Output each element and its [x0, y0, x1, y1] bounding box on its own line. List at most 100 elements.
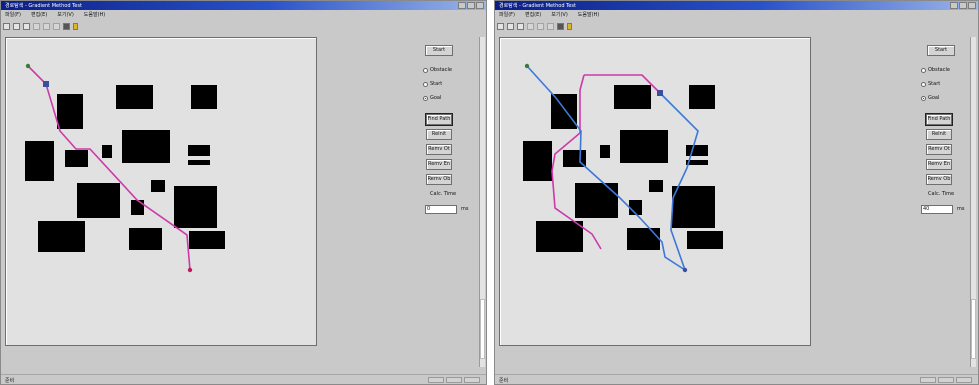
status-bar: 준비 [1, 374, 486, 384]
remove-end-button[interactable]: Remv En [426, 159, 452, 170]
reinit-button[interactable]: ReInit [926, 129, 952, 140]
status-text: 준비 [499, 378, 509, 384]
cut-icon[interactable] [33, 22, 40, 30]
find-path-button[interactable]: Find Path [925, 113, 953, 126]
menu-help[interactable]: 도움말(H) [84, 11, 105, 20]
print-icon[interactable] [63, 22, 70, 30]
copy-icon[interactable] [43, 22, 50, 30]
menu-help[interactable]: 도움말(H) [578, 11, 599, 20]
status-bar: 준비 [495, 374, 978, 384]
menu-file[interactable]: 파일(F) [5, 11, 21, 20]
ms-unit-label: ms [461, 206, 469, 212]
obstacle [102, 145, 112, 158]
maximize-button[interactable] [959, 2, 967, 9]
obstacle [614, 85, 651, 109]
close-button[interactable] [476, 2, 484, 9]
toolbar [3, 21, 78, 31]
close-button[interactable] [968, 2, 976, 9]
menu-view[interactable]: 보기(V) [551, 11, 568, 20]
remove-obstacle-button[interactable]: Remv Ot [426, 144, 452, 155]
print-icon[interactable] [557, 22, 564, 30]
radio-start-label: Start [430, 81, 443, 87]
open-folder-icon[interactable] [13, 22, 20, 30]
help-icon[interactable] [73, 22, 78, 30]
find-path-button[interactable]: Find Path [425, 113, 453, 126]
obstacle [122, 130, 170, 163]
radio-start[interactable]: Start [921, 81, 940, 87]
start-button[interactable]: Start [927, 45, 955, 56]
obstacle [575, 183, 618, 218]
minimize-button[interactable] [950, 2, 958, 9]
obstacle [191, 85, 217, 109]
path-canvas[interactable] [499, 37, 811, 346]
radio-goal[interactable]: Goal [423, 95, 441, 101]
obstacle [25, 141, 54, 181]
app-window-right: 경로탐색 - Gradient Method Test 파일(F) 편집(E) … [494, 0, 979, 385]
paste-icon[interactable] [547, 22, 554, 30]
menu-file[interactable]: 파일(F) [499, 11, 515, 20]
calc-time-field[interactable]: 40 [921, 205, 953, 214]
obstacle [523, 141, 552, 181]
calc-time-field[interactable]: 0 [425, 205, 457, 214]
open-folder-icon[interactable] [507, 22, 514, 30]
radio-obstacle[interactable]: Obstacle [921, 67, 950, 73]
obstacle [188, 145, 210, 156]
menu-view[interactable]: 보기(V) [57, 11, 74, 20]
obstacle [38, 221, 85, 252]
status-pane [428, 377, 444, 383]
vertical-scrollbar[interactable] [970, 37, 976, 367]
menu-bar: 파일(F) 편집(E) 보기(V) 도움말(H) [1, 11, 486, 20]
path-canvas-svg[interactable] [6, 38, 318, 347]
scrollbar-thumb[interactable] [971, 299, 976, 359]
start-marker [524, 63, 530, 69]
start-button[interactable]: Start [425, 45, 453, 56]
radio-dot [921, 81, 926, 87]
new-file-icon[interactable] [3, 22, 10, 30]
window-title: 경로탐색 - Gradient Method Test [5, 3, 82, 9]
copy-icon[interactable] [537, 22, 544, 30]
remove-object-button[interactable]: Remv Ob [926, 174, 952, 185]
obstacle [687, 231, 723, 249]
radio-start[interactable]: Start [423, 81, 442, 87]
save-icon[interactable] [517, 22, 524, 30]
menu-edit[interactable]: 편집(E) [525, 11, 541, 20]
minimize-button[interactable] [458, 2, 466, 9]
radio-obstacle[interactable]: Obstacle [423, 67, 452, 73]
remove-obstacle-button[interactable]: Remv Ot [926, 144, 952, 155]
maximize-button[interactable] [467, 2, 475, 9]
obstacle [129, 228, 162, 250]
remove-end-button[interactable]: Remv En [926, 159, 952, 170]
path-canvas[interactable] [5, 37, 317, 346]
status-pane [938, 377, 954, 383]
calc-time-label: Calc. Time [928, 191, 955, 197]
radio-obstacle-label: Obstacle [928, 67, 950, 73]
obstacle [686, 145, 708, 156]
obstacle [77, 183, 120, 218]
obstacle [131, 200, 144, 215]
status-pane [920, 377, 936, 383]
menu-edit[interactable]: 편집(E) [31, 11, 47, 20]
radio-dot [423, 81, 428, 87]
status-pane [464, 377, 480, 383]
window-title: 경로탐색 - Gradient Method Test [499, 3, 576, 9]
scrollbar-thumb[interactable] [480, 299, 485, 359]
obstacle [551, 94, 577, 129]
obstacle [600, 145, 610, 158]
cut-icon[interactable] [527, 22, 534, 30]
paste-icon[interactable] [53, 22, 60, 30]
remove-object-button[interactable]: Remv Ob [426, 174, 452, 185]
calc-time-label: Calc. Time [430, 191, 457, 197]
new-file-icon[interactable] [497, 22, 504, 30]
radio-goal[interactable]: Goal [921, 95, 939, 101]
robot-marker [657, 90, 663, 96]
radio-goal-label: Goal [430, 95, 442, 101]
save-icon[interactable] [23, 22, 30, 30]
vertical-scrollbar[interactable] [479, 37, 485, 367]
obstacle [174, 186, 217, 228]
help-icon[interactable] [567, 22, 572, 30]
obstacle [689, 85, 715, 109]
radio-dot [423, 67, 428, 73]
reinit-button[interactable]: ReInit [426, 129, 452, 140]
radio-obstacle-label: Obstacle [430, 67, 452, 73]
path-canvas-svg[interactable] [500, 38, 812, 347]
